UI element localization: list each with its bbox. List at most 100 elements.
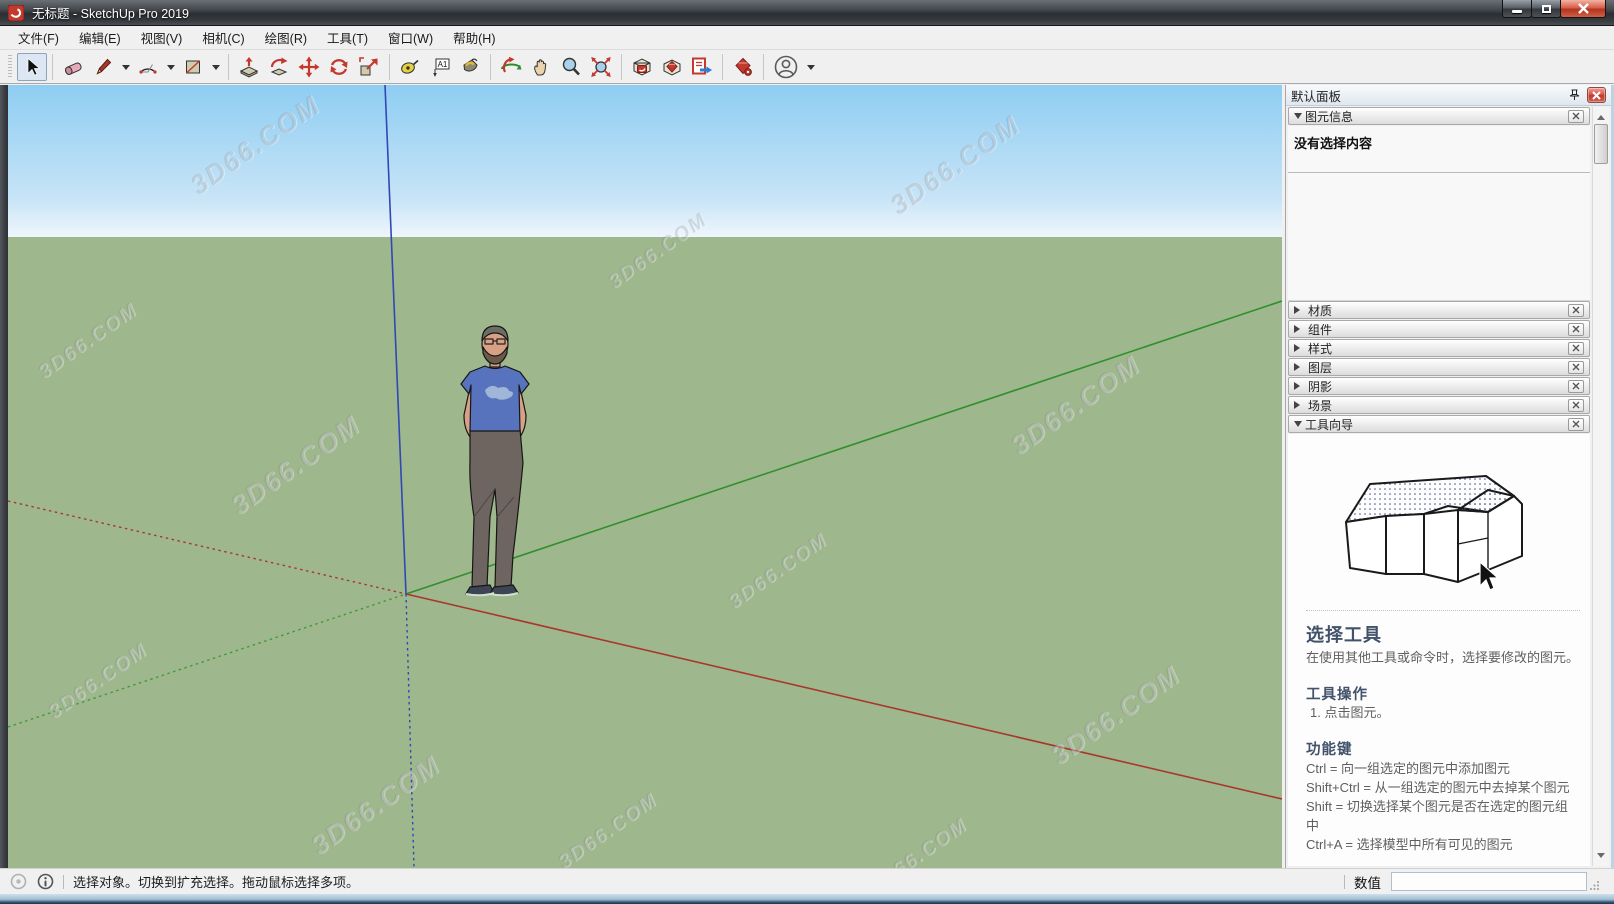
toolbar-grip[interactable]: [8, 55, 12, 79]
section-close-button[interactable]: [1568, 342, 1584, 355]
pencil-icon: [93, 57, 113, 77]
tool-extension-warehouse-button[interactable]: [657, 53, 687, 81]
tool-arc-dropdown[interactable]: [163, 53, 178, 81]
tool-3d-warehouse-button[interactable]: [627, 53, 657, 81]
scroll-down-button[interactable]: [1594, 850, 1608, 865]
measurements-area: 数值: [1335, 872, 1614, 892]
resize-grip[interactable]: [1590, 880, 1600, 890]
tray-close-button[interactable]: [1587, 87, 1606, 103]
menu-draw[interactable]: 绘图(R): [255, 24, 317, 51]
tool-pan-button[interactable]: [526, 53, 556, 81]
tool-arc-button[interactable]: [133, 53, 163, 81]
window-title: 无标题 - SketchUp Pro 2019: [32, 3, 189, 22]
menu-edit[interactable]: 编辑(E): [69, 24, 131, 51]
instructor-title: 选择工具: [1306, 621, 1580, 647]
menu-help[interactable]: 帮助(H): [443, 24, 505, 51]
tool-follow-me-button[interactable]: [264, 53, 294, 81]
menu-file[interactable]: 文件(F): [8, 24, 69, 51]
section-close-button[interactable]: [1568, 361, 1584, 374]
tool-zoom-button[interactable]: [556, 53, 586, 81]
model-viewport[interactable]: [8, 85, 1282, 868]
tool-select-button[interactable]: [17, 53, 47, 81]
divider: [1288, 172, 1590, 173]
section-close-button[interactable]: [1568, 323, 1584, 336]
section-shadows[interactable]: 阴影: [1288, 377, 1590, 395]
section-close-button[interactable]: [1568, 399, 1584, 412]
sign-in-button[interactable]: [769, 53, 803, 81]
menu-bar: 文件(F) 编辑(E) 视图(V) 相机(C) 绘图(R) 工具(T) 窗口(W…: [0, 26, 1614, 50]
info-icon[interactable]: [37, 873, 54, 890]
tool-line-button[interactable]: [88, 53, 118, 81]
tool-send-to-layout-button[interactable]: [687, 53, 717, 81]
scroll-up-button[interactable]: [1594, 108, 1608, 123]
collapsed-triangle-icon: [1294, 363, 1304, 371]
geolocation-icon[interactable]: [10, 873, 27, 890]
orbit-icon: [499, 56, 523, 78]
toolbar-separator: [389, 54, 390, 80]
section-scenes[interactable]: 场景: [1288, 396, 1590, 414]
measurements-input[interactable]: [1391, 872, 1587, 891]
scroll-thumb[interactable]: [1594, 124, 1608, 164]
tool-tape-measure-button[interactable]: [395, 53, 425, 81]
toolbar-separator: [621, 54, 622, 80]
section-close-button[interactable]: [1568, 304, 1584, 317]
panel-scrollbar[interactable]: [1592, 107, 1609, 866]
tool-rectangle-button[interactable]: [178, 53, 208, 81]
close-icon: [1572, 363, 1580, 371]
tool-push-pull-button[interactable]: [234, 53, 264, 81]
tool-line-dropdown[interactable]: [118, 53, 133, 81]
section-components[interactable]: 组件: [1288, 320, 1590, 338]
close-icon: [1572, 401, 1580, 409]
push-pull-icon: [238, 56, 260, 78]
divider: [63, 875, 64, 889]
section-close-button[interactable]: [1568, 418, 1584, 431]
svg-text:A1: A1: [438, 60, 448, 69]
close-icon: [1572, 344, 1580, 352]
expanded-triangle-icon: [1294, 421, 1302, 431]
section-styles[interactable]: 样式: [1288, 339, 1590, 357]
close-icon: [1572, 382, 1580, 390]
close-icon: [1572, 112, 1580, 120]
minimize-button[interactable]: [1502, 0, 1532, 18]
section-entity-info[interactable]: 图元信息: [1288, 107, 1590, 125]
collapsed-triangle-icon: [1294, 382, 1304, 390]
menu-camera[interactable]: 相机(C): [192, 24, 254, 51]
close-button[interactable]: [1560, 0, 1606, 18]
status-hint-text: 选择对象。切换到扩充选择。拖动鼠标选择多项。: [73, 872, 359, 891]
account-person-icon: [773, 54, 799, 80]
pin-button[interactable]: [1565, 87, 1583, 103]
section-close-button[interactable]: [1568, 110, 1584, 123]
menu-window[interactable]: 窗口(W): [378, 24, 443, 51]
tool-scale-button[interactable]: [354, 53, 384, 81]
menu-view[interactable]: 视图(V): [131, 24, 193, 51]
cursor-arrow-icon: [22, 57, 42, 77]
modifier-key-line: Ctrl = 向一组选定的图元中添加图元: [1306, 759, 1580, 778]
toolbar-separator: [52, 54, 53, 80]
tool-move-button[interactable]: [294, 53, 324, 81]
section-label: 阴影: [1308, 378, 1332, 395]
tool-eraser-button[interactable]: [58, 53, 88, 81]
tool-text-button[interactable]: A1: [425, 53, 455, 81]
sign-in-dropdown[interactable]: [803, 53, 818, 81]
entity-info-empty-text: 没有选择内容: [1288, 126, 1590, 159]
section-instructor[interactable]: 工具向导: [1288, 415, 1590, 433]
section-label: 组件: [1308, 321, 1332, 338]
instructor-content: 选择工具 在使用其他工具或命令时，选择要修改的图元。 工具操作 1. 点击图元。…: [1288, 434, 1590, 866]
hand-icon: [530, 56, 552, 78]
menu-tools[interactable]: 工具(T): [317, 24, 378, 51]
chevron-down-icon: [122, 65, 130, 74]
modifier-key-line: Ctrl+A = 选择模型中所有可见的图元: [1306, 835, 1580, 854]
section-close-button[interactable]: [1568, 380, 1584, 393]
tool-rotate-button[interactable]: [324, 53, 354, 81]
toolbar-separator: [722, 54, 723, 80]
model-scene: [8, 85, 1282, 868]
tool-paint-bucket-button[interactable]: [455, 53, 485, 81]
tool-orbit-button[interactable]: [496, 53, 526, 81]
default-tray-panel: 默认面板 图元信息 没有选择内容 材质: [1285, 85, 1611, 868]
section-materials[interactable]: 材质: [1288, 301, 1590, 319]
tool-zoom-extents-button[interactable]: [586, 53, 616, 81]
tool-extension-manager-button[interactable]: [728, 53, 758, 81]
tool-rectangle-dropdown[interactable]: [208, 53, 223, 81]
restore-button[interactable]: [1531, 0, 1561, 18]
section-layers[interactable]: 图层: [1288, 358, 1590, 376]
